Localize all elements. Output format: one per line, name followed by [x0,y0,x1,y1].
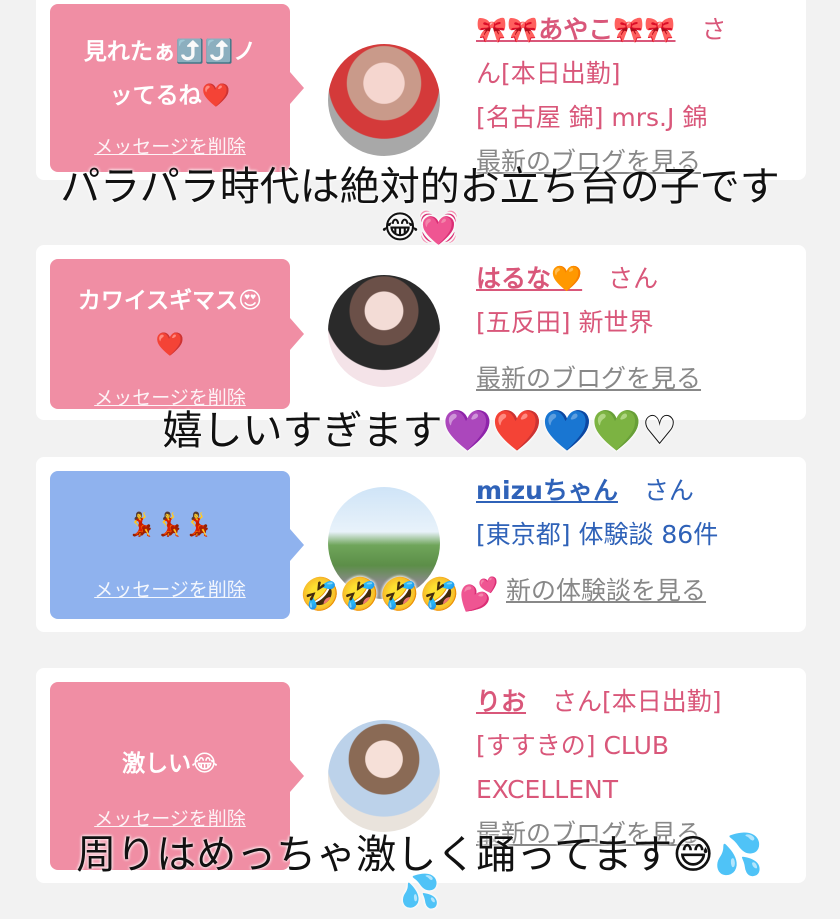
delete-message-link[interactable]: メッセージを削除 [50,575,290,602]
message-card-1: 見れたぁ⤴️⤴️ノ ッてるね❤️ メッセージを削除 🎀🎀あやこ🎀🎀 さ ん[本日… [36,0,806,180]
review-count-text: [東京都] 体験談 86件 [476,520,719,549]
message-text: 💃💃💃 [127,512,213,538]
avatar[interactable] [328,275,440,387]
profile-info: はるな🧡 さん [五反田] 新世界 最新のブログを見る [476,257,798,401]
message-text: 激しい😂 [122,751,218,777]
profile-name-link[interactable]: りお [476,687,526,716]
name-suffix: さん [608,264,659,293]
message-text: カワイスギマス😍 ❤️ [77,288,263,358]
profile-name-link[interactable]: はるな🧡 [476,264,582,293]
message-text: 見れたぁ⤴️⤴️ノ ッてるね❤️ [83,39,257,109]
profile-name-link[interactable]: mizuちゃん [476,476,618,505]
status-text: ん[本日出勤] [476,59,621,88]
message-bubble: 見れたぁ⤴️⤴️ノ ッてるね❤️ メッセージを削除 [50,4,304,172]
name-suffix: さん [643,476,694,505]
name-suffix: さん[本日出勤] [551,687,722,716]
overlay-caption-1-emoji: 😂💓 [381,208,459,246]
overlay-caption-3: 🤣🤣🤣🤣💕 [300,575,500,613]
overlay-caption-1: パラパラ時代は絶対的お立ち台の子です [60,164,780,210]
overlay-caption-2: 嬉しいすぎます💜❤️💙💚♡ [162,408,678,454]
profile-name-link[interactable]: 🎀🎀あやこ🎀🎀 [476,15,676,44]
shop-text: [すすきの] CLUB [476,731,670,760]
name-suffix: さ [701,15,727,44]
avatar[interactable] [328,44,440,156]
shop-text: [名古屋 錦] mrs.J 錦 [476,103,708,132]
profile-info: mizuちゃん さん [東京都] 体験談 86件 新の体験談を見る [476,469,798,613]
message-bubble: 💃💃💃 メッセージを削除 [50,471,304,619]
avatar[interactable] [328,720,440,832]
shop-text-continued: EXCELLENT [476,775,618,804]
message-card-2: カワイスギマス😍 ❤️ メッセージを削除 はるな🧡 さん [五反田] 新世界 最… [36,245,806,420]
latest-review-link[interactable]: 新の体験談を見る [476,569,798,613]
message-bubble: カワイスギマス😍 ❤️ メッセージを削除 [50,259,304,409]
shop-text: [五反田] 新世界 [476,308,654,337]
latest-blog-link[interactable]: 最新のブログを見る [476,357,798,401]
overlay-caption-4-emoji: 💦 [400,872,440,910]
